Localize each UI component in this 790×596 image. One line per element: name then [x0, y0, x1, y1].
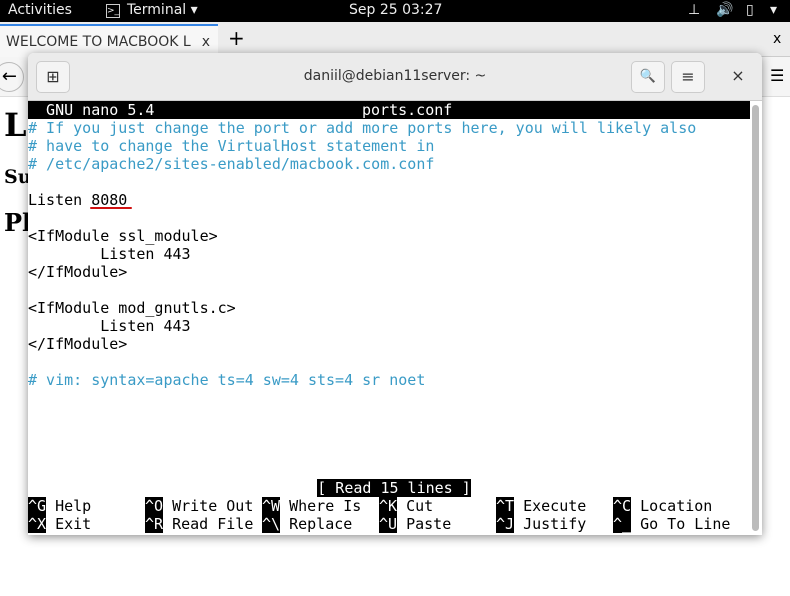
terminal-app-icon: >_	[106, 4, 120, 18]
terminal-header: ⊞ daniil@debian11server: ~ 🔍 ≡ ×	[28, 53, 762, 101]
shortcut-execute[interactable]: ^T Execute	[496, 497, 586, 515]
shortcut-label: Location	[640, 497, 713, 515]
shortcut-replace[interactable]: ^\ Replace	[262, 515, 352, 533]
browser-tab-bar: WELCOME TO MACBOOK L x + x	[0, 22, 790, 57]
file-line	[28, 353, 750, 371]
file-line: # have to change the VirtualHost stateme…	[28, 137, 435, 155]
network-icon[interactable]: ⊥	[688, 2, 700, 18]
file-line: # vim: syntax=apache ts=4 sw=4 sts=4 sr …	[28, 371, 426, 389]
tab-title: WELCOME TO MACBOOK L	[6, 34, 191, 50]
shortcut-key: ^O	[145, 497, 164, 515]
shortcut-key: ^W	[262, 497, 281, 515]
file-line: # If you just change the port or add mor…	[28, 119, 697, 137]
search-icon[interactable]: 🔍	[631, 61, 665, 93]
file-line	[28, 209, 750, 227]
shortcut-location[interactable]: ^C Location	[613, 497, 712, 515]
nano-editor[interactable]: GNU nano 5.4 ports.conf # If you just cha…	[28, 101, 750, 533]
shortcut-justify[interactable]: ^J Justify	[496, 515, 586, 533]
file-line	[28, 281, 750, 299]
shortcut-cut[interactable]: ^K Cut	[379, 497, 433, 515]
terminal-window: ⊞ daniil@debian11server: ~ 🔍 ≡ × GNU nan…	[28, 53, 762, 535]
shortcut-key: ^G	[28, 497, 47, 515]
nano-version: GNU nano 5.4	[28, 101, 155, 119]
new-tab-button[interactable]: +	[228, 26, 245, 50]
shortcut-label: Where Is	[289, 497, 362, 515]
status-message: [ Read 15 lines ]	[317, 479, 471, 497]
file-line: Listen 8080	[28, 191, 750, 209]
app-menu[interactable]: Terminal ▾	[127, 2, 198, 18]
shortcut-key: ^K	[379, 497, 398, 515]
file-line: </IfModule>	[28, 263, 128, 281]
battery-icon[interactable]: ▯	[746, 2, 754, 18]
shortcut-label: Execute	[523, 497, 587, 515]
file-line: Listen 443	[28, 317, 191, 335]
shortcut-label: Exit	[55, 515, 92, 533]
clock[interactable]: Sep 25 03:27	[349, 2, 442, 18]
shortcut-label: Help	[55, 497, 92, 515]
tab-close-icon[interactable]: x	[202, 34, 210, 50]
shortcut-key: ^_	[613, 515, 632, 533]
page-heading: L	[4, 106, 27, 144]
shortcut-label: Write Out	[172, 497, 254, 515]
shortcut-paste[interactable]: ^U Paste	[379, 515, 451, 533]
shortcut-exit[interactable]: ^X Exit	[28, 515, 91, 533]
shortcut-label: Justify	[523, 515, 587, 533]
shortcut-key: ^T	[496, 497, 515, 515]
close-icon[interactable]: ×	[721, 61, 755, 93]
shortcut-label: Cut	[406, 497, 434, 515]
top-bar: Activities >_ Terminal ▾ Sep 25 03:27 ⊥ …	[0, 0, 790, 22]
shortcut-label: Read File	[172, 515, 254, 533]
system-menu-chevron-icon[interactable]: ▾	[770, 2, 777, 18]
file-line: <IfModule ssl_module>	[28, 227, 218, 245]
shortcut-label: Replace	[289, 515, 353, 533]
browser-close-button[interactable]: x	[773, 31, 781, 47]
shortcut-read-file[interactable]: ^R Read File	[145, 515, 253, 533]
shortcut-key: ^\	[262, 515, 281, 533]
file-line	[28, 173, 750, 191]
volume-icon[interactable]: 🔊	[716, 2, 733, 18]
browser-menu-button[interactable]: ☰	[770, 66, 784, 85]
shortcut-key: ^X	[28, 515, 47, 533]
shortcut-key: ^U	[379, 515, 398, 533]
file-line: Listen 443	[28, 245, 191, 263]
back-button[interactable]: ←	[0, 62, 24, 92]
shortcut-help[interactable]: ^G Help	[28, 497, 91, 515]
file-name: ports.conf	[362, 101, 453, 119]
nano-title-bar: GNU nano 5.4 ports.conf	[28, 101, 750, 119]
shortcut-key: ^R	[145, 515, 164, 533]
activities-button[interactable]: Activities	[8, 2, 72, 18]
shortcut-label: Go To Line	[640, 515, 731, 533]
shortcut-key: ^C	[613, 497, 632, 515]
file-line: </IfModule>	[28, 335, 128, 353]
shortcut-go-to-line[interactable]: ^_ Go To Line	[613, 515, 730, 533]
scrollbar[interactable]	[752, 105, 759, 531]
shortcut-key: ^J	[496, 515, 515, 533]
shortcut-write-out[interactable]: ^O Write Out	[145, 497, 253, 515]
shortcut-label: Paste	[406, 515, 452, 533]
file-line: <IfModule mod_gnutls.c>	[28, 299, 236, 317]
menu-icon[interactable]: ≡	[671, 61, 705, 93]
file-line: # /etc/apache2/sites-enabled/macbook.com…	[28, 155, 435, 173]
shortcut-where-is[interactable]: ^W Where Is	[262, 497, 361, 515]
